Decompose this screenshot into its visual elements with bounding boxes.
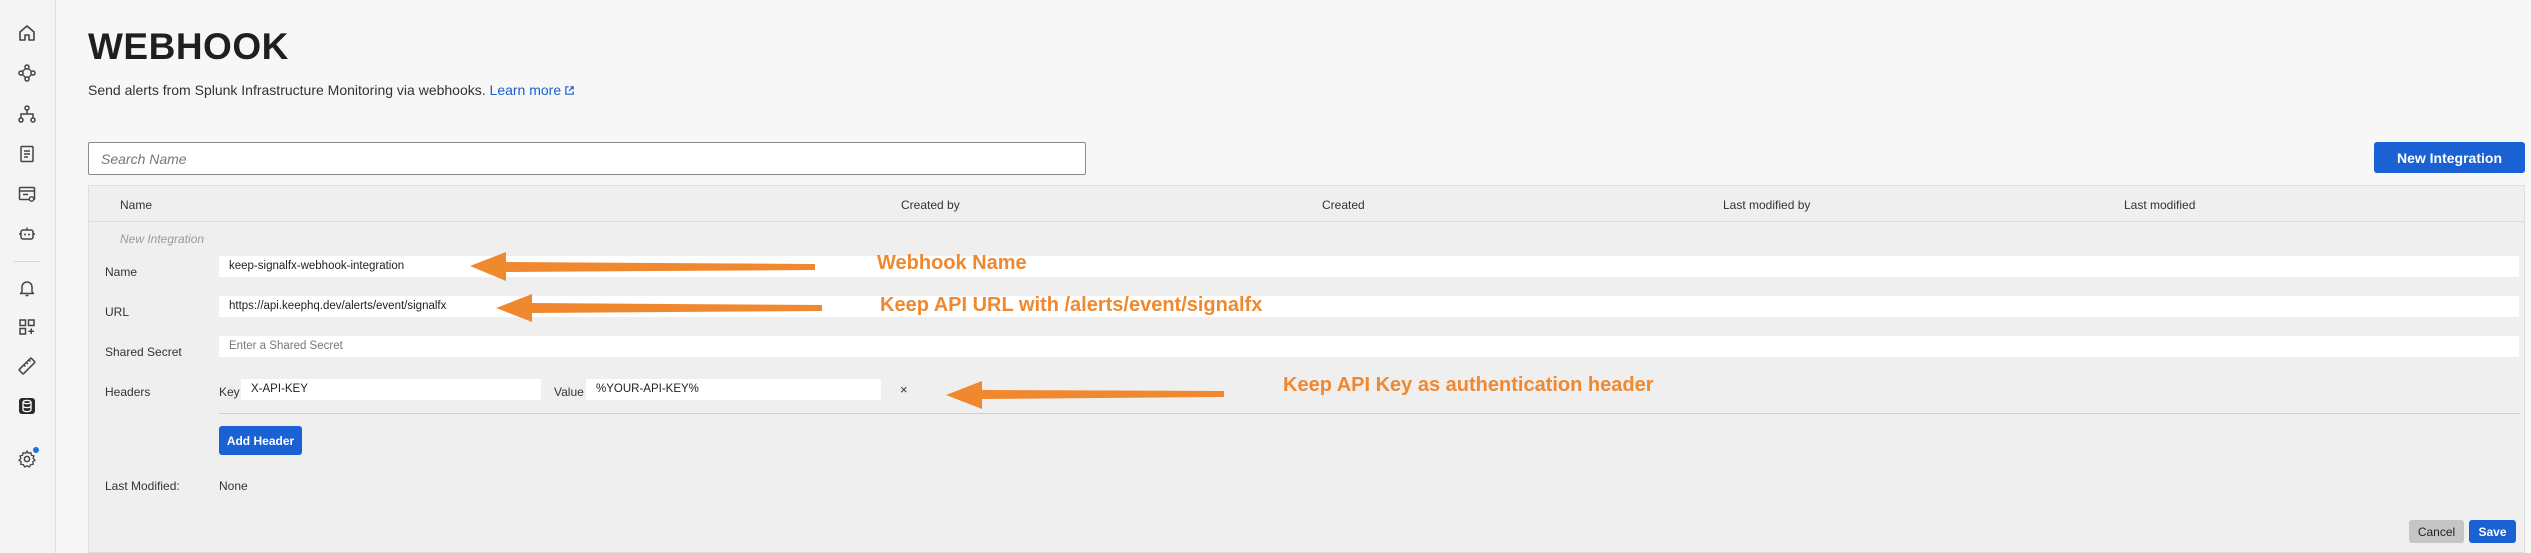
url-label: URL — [105, 305, 130, 319]
table-header: Name Created by Created Last modified by… — [89, 186, 2524, 222]
ruler-icon[interactable] — [16, 355, 38, 377]
dashboard-monitor-icon[interactable] — [16, 183, 38, 205]
shared-secret-field[interactable]: Enter a Shared Secret — [219, 336, 2519, 357]
learn-more-label: Learn more — [489, 82, 562, 98]
header-value-field[interactable]: %YOUR-API-KEY% — [586, 379, 881, 400]
last-modified-value: None — [219, 479, 248, 493]
search-input[interactable] — [88, 142, 1086, 175]
notification-dot — [32, 446, 40, 454]
database-icon[interactable] — [16, 395, 38, 417]
cancel-button[interactable]: Cancel — [2409, 520, 2464, 543]
external-link-icon — [565, 86, 574, 95]
header-key-field[interactable]: X-API-KEY — [241, 379, 541, 400]
subtitle-text: Send alerts from Splunk Infrastructure M… — [88, 82, 486, 98]
header-key-label: Key — [219, 385, 240, 399]
last-modified-label: Last Modified: — [105, 479, 180, 493]
page-title: WEBHOOK — [88, 26, 289, 67]
logs-icon[interactable] — [16, 143, 38, 165]
sidebar-nav — [0, 0, 56, 553]
column-header-name[interactable]: Name — [120, 198, 152, 212]
column-header-created-by[interactable]: Created by — [901, 198, 960, 212]
column-header-last-modified[interactable]: Last modified — [2124, 198, 2195, 212]
gear-icon[interactable] — [16, 446, 40, 470]
robot-icon[interactable] — [16, 223, 38, 245]
hierarchy-icon[interactable] — [16, 103, 38, 125]
column-header-created[interactable]: Created — [1322, 198, 1365, 212]
annotation-api-key: Keep API Key as authentication header — [1283, 374, 1654, 396]
grid-icon[interactable] — [16, 316, 38, 338]
bell-icon[interactable] — [16, 277, 38, 299]
learn-more-link[interactable]: Learn more — [490, 82, 576, 98]
new-integration-button[interactable]: New Integration — [2374, 142, 2525, 173]
name-label: Name — [105, 265, 138, 279]
integration-table: Name Created by Created Last modified by… — [88, 185, 2525, 553]
home-icon[interactable] — [16, 22, 38, 44]
sidebar-divider — [14, 261, 40, 262]
annotation-api-url: Keep API URL with /alerts/event/signalfx — [880, 294, 1263, 316]
save-button[interactable]: Save — [2469, 520, 2516, 543]
annotation-webhook-name: Webhook Name — [877, 252, 1027, 274]
name-field[interactable]: keep-signalfx-webhook-integration — [219, 256, 2519, 277]
topology-icon[interactable] — [16, 62, 38, 84]
url-field[interactable]: https://api.keephq.dev/alerts/event/sign… — [219, 296, 2519, 317]
column-header-last-modified-by[interactable]: Last modified by — [1723, 198, 1810, 212]
shared-secret-label: Shared Secret — [105, 345, 182, 359]
page-subtitle: Send alerts from Splunk Infrastructure M… — [88, 82, 575, 98]
headers-divider — [219, 413, 2520, 414]
new-integration-row-label: New Integration — [120, 232, 205, 246]
headers-label: Headers — [105, 385, 151, 399]
add-header-button[interactable]: Add Header — [219, 426, 302, 455]
remove-header-button[interactable]: × — [900, 382, 908, 397]
header-value-label: Value — [554, 385, 584, 399]
